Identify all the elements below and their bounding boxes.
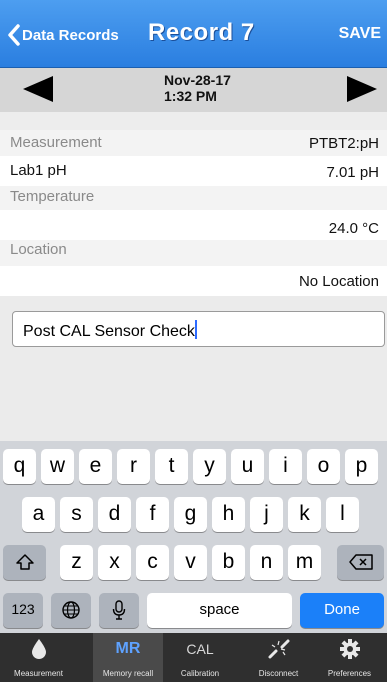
location-label: Location — [10, 241, 67, 258]
done-key[interactable]: Done — [300, 593, 384, 628]
key-r[interactable]: r — [117, 449, 150, 484]
key-l[interactable]: l — [326, 497, 359, 532]
key-t[interactable]: t — [155, 449, 188, 484]
record-time: 1:32 PM — [164, 88, 217, 104]
shift-key[interactable] — [3, 545, 46, 580]
page-title: Record 7 — [148, 19, 255, 46]
tab-label-memory-recall: Memory recall — [102, 669, 154, 678]
key-j[interactable]: j — [250, 497, 283, 532]
sample-value: 7.01 pH — [326, 164, 379, 181]
key-h[interactable]: h — [212, 497, 245, 532]
key-x[interactable]: x — [98, 545, 131, 580]
keyboard: q w e r t y u i o p a s d f g h j k l z … — [0, 441, 387, 633]
key-k[interactable]: k — [288, 497, 321, 532]
temperature-value: 24.0 °C — [328, 220, 379, 237]
tab-preferences[interactable]: Preferences — [312, 633, 387, 682]
tab-label-measurement: Measurement — [14, 669, 63, 678]
temperature-row: Temperature — [0, 186, 387, 210]
measurement-value: PTBT2:pH — [308, 135, 379, 152]
microphone-key[interactable] — [99, 593, 139, 628]
temperature-value-row: 24.0 °C — [0, 210, 387, 240]
temperature-label: Temperature — [10, 188, 95, 205]
key-v[interactable]: v — [174, 545, 207, 580]
key-i[interactable]: i — [269, 449, 302, 484]
location-value-row: No Location — [0, 266, 387, 296]
memory-recall-icon: MR — [115, 640, 141, 657]
key-e[interactable]: e — [79, 449, 112, 484]
location-value: No Location — [298, 273, 379, 290]
nav-bar: Data Records Record 7 SAVE — [0, 0, 387, 68]
key-b[interactable]: b — [212, 545, 245, 580]
key-a[interactable]: a — [22, 497, 55, 532]
backspace-key[interactable] — [337, 545, 384, 580]
tab-label-calibration: Calibration — [180, 669, 220, 678]
globe-icon — [62, 601, 80, 620]
key-y[interactable]: y — [193, 449, 226, 484]
key-q[interactable]: q — [3, 449, 36, 484]
back-button[interactable]: Data Records — [8, 24, 119, 46]
microphone-icon — [112, 600, 126, 621]
key-z[interactable]: z — [60, 545, 93, 580]
measurement-row: Measurement PTBT2:pH — [0, 130, 387, 156]
previous-record-icon[interactable] — [23, 76, 53, 102]
date-navigator: Nov-28-17 1:32 PM — [0, 68, 387, 112]
divider — [0, 112, 387, 130]
note-text: Post CAL Sensor Check — [23, 323, 195, 340]
record-date: Nov-28-17 — [164, 72, 231, 88]
note-input[interactable]: Post CAL Sensor Check — [12, 311, 385, 347]
note-area: Post CAL Sensor Check — [0, 296, 387, 441]
sample-label: Lab1 pH — [10, 162, 67, 179]
numbers-key[interactable]: 123 — [3, 593, 43, 628]
key-f[interactable]: f — [136, 497, 169, 532]
key-d[interactable]: d — [98, 497, 131, 532]
chevron-left-icon — [8, 24, 20, 46]
key-o[interactable]: o — [307, 449, 340, 484]
sample-row: Lab1 pH 7.01 pH — [0, 156, 387, 186]
key-n[interactable]: n — [250, 545, 283, 580]
save-button[interactable]: SAVE — [339, 25, 381, 43]
back-label: Data Records — [22, 26, 119, 44]
key-c[interactable]: c — [136, 545, 169, 580]
key-u[interactable]: u — [231, 449, 264, 484]
tab-label-disconnect: Disconnect — [258, 669, 299, 678]
tab-label-preferences: Preferences — [327, 669, 372, 678]
tab-bar: Measurement MR Memory recall CAL Calibra… — [0, 633, 387, 682]
space-key[interactable]: space — [147, 593, 292, 628]
disconnect-icon — [268, 639, 289, 659]
text-cursor — [194, 320, 197, 339]
tab-measurement[interactable]: Measurement — [0, 633, 77, 682]
key-w[interactable]: w — [41, 449, 74, 484]
shift-icon — [15, 554, 34, 571]
location-row: Location — [0, 240, 387, 266]
globe-key[interactable] — [51, 593, 91, 628]
key-g[interactable]: g — [174, 497, 207, 532]
calibration-icon: CAL — [186, 641, 214, 657]
record-screen: Data Records Record 7 SAVE Nov-28-17 1:3… — [0, 0, 387, 682]
next-record-icon[interactable] — [347, 76, 377, 102]
backspace-icon — [348, 554, 373, 571]
key-m[interactable]: m — [288, 545, 321, 580]
tab-disconnect[interactable]: Disconnect — [240, 633, 317, 682]
key-p[interactable]: p — [345, 449, 378, 484]
record-datetime: Nov-28-17 1:32 PM — [164, 72, 231, 104]
key-s[interactable]: s — [60, 497, 93, 532]
gear-icon — [339, 639, 360, 659]
tab-memory-recall[interactable]: MR Memory recall — [93, 633, 163, 682]
tab-calibration[interactable]: CAL Calibration — [165, 633, 235, 682]
measurement-label: Measurement — [10, 134, 102, 151]
drop-icon — [31, 639, 46, 659]
